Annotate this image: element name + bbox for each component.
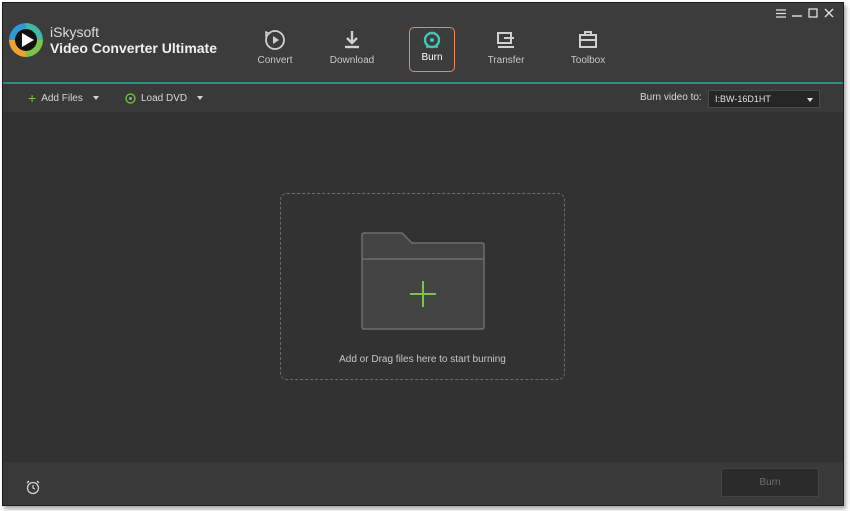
app-window: iSkysoft Video Converter Ultimate Conver… — [2, 2, 844, 506]
title-bar: iSkysoft Video Converter Ultimate Conver… — [3, 3, 843, 82]
tab-transfer-label: Transfer — [487, 55, 525, 66]
tab-download[interactable]: Download — [320, 27, 384, 71]
tab-convert-label: Convert — [257, 55, 293, 66]
file-drop-zone[interactable]: Add or Drag files here to start burning — [280, 193, 565, 380]
maximize-icon[interactable] — [805, 6, 821, 20]
tab-toolbox-label: Toolbox — [570, 55, 606, 66]
add-files-label: Add Files — [41, 92, 83, 104]
tab-convert[interactable]: Convert — [243, 27, 307, 71]
burn-target-value: I:BW-16D1HT — [715, 94, 771, 104]
load-dvd-button[interactable]: Load DVD — [125, 84, 204, 112]
add-folder-icon[interactable] — [360, 231, 486, 331]
burn-to-label: Burn video to: — [640, 92, 702, 103]
burn-button[interactable]: Burn — [721, 468, 819, 497]
footer-bar: Burn — [3, 462, 843, 505]
tab-download-label: Download — [329, 55, 375, 66]
tab-transfer[interactable]: Transfer — [474, 27, 538, 71]
burn-icon — [423, 31, 441, 49]
close-icon[interactable] — [821, 6, 837, 20]
burn-target-select[interactable]: I:BW-16D1HT — [708, 90, 820, 108]
plus-icon: + — [28, 90, 37, 106]
tab-burn-label: Burn — [421, 52, 443, 63]
convert-icon — [265, 30, 285, 50]
transfer-icon — [497, 32, 514, 48]
tab-burn[interactable]: Burn — [409, 27, 455, 72]
disc-icon — [125, 92, 136, 104]
window-controls — [773, 6, 837, 20]
toolbox-icon — [579, 31, 597, 48]
chevron-down-icon[interactable] — [92, 96, 99, 100]
alarm-clock-icon[interactable] — [25, 479, 41, 495]
tab-toolbox[interactable]: Toolbox — [556, 27, 620, 71]
download-icon — [345, 31, 359, 49]
drop-zone-text: Add or Drag files here to start burning — [339, 354, 506, 365]
load-dvd-label: Load DVD — [141, 92, 188, 104]
add-files-button[interactable]: + Add Files — [28, 84, 99, 112]
chevron-down-icon[interactable] — [197, 96, 204, 100]
main-nav: Convert Download Burn Transfer Toolbox — [3, 27, 843, 75]
minimize-icon[interactable] — [789, 6, 805, 20]
toolbar: + Add Files Load DVD Burn video to: I:BW… — [3, 84, 843, 112]
chevron-down-icon — [807, 98, 813, 102]
menu-icon[interactable] — [773, 6, 789, 20]
